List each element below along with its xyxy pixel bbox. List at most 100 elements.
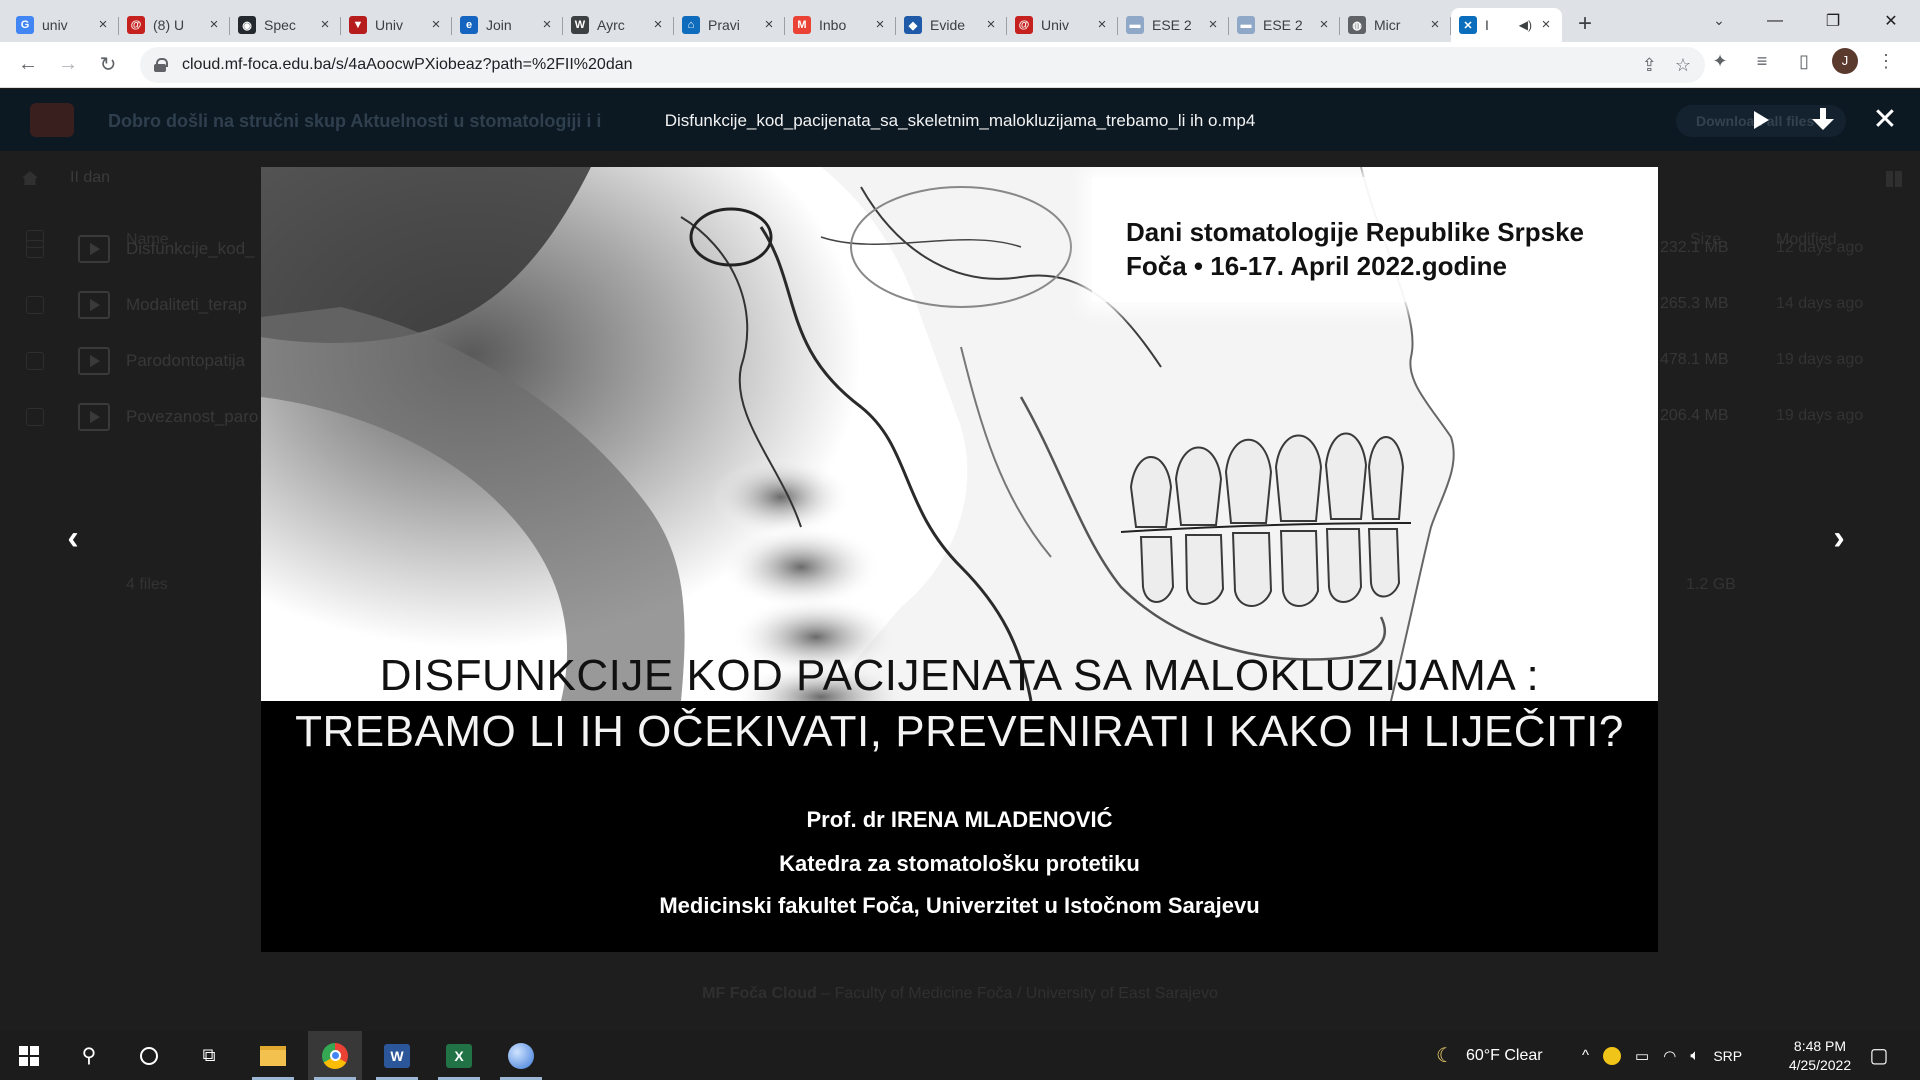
excel-taskbar-icon[interactable]: X <box>432 1031 486 1080</box>
media-control-icon[interactable]: ≡ <box>1748 47 1776 75</box>
profile-avatar[interactable]: J <box>1832 48 1858 74</box>
file-modified: 19 days ago <box>1776 407 1864 424</box>
tab-search-chevron-icon[interactable]: ⌄ <box>1704 5 1734 35</box>
browser-tab[interactable]: M Inbo × <box>785 8 896 42</box>
file-size: 232.1 MB <box>1660 239 1729 256</box>
browser-tab[interactable]: @ Univ × <box>1007 8 1118 42</box>
tab-close-icon[interactable]: × <box>95 17 111 33</box>
back-button[interactable]: ← <box>8 47 48 83</box>
tab-close-icon[interactable]: × <box>539 17 555 33</box>
tab-close-icon[interactable]: × <box>1427 17 1443 33</box>
reload-button[interactable]: ↻ <box>88 47 128 83</box>
video-file-icon <box>78 403 110 431</box>
start-button[interactable] <box>2 1031 56 1080</box>
file-name[interactable]: Povezanost_paro <box>126 407 266 427</box>
tab-close-icon[interactable]: × <box>206 17 222 33</box>
address-bar[interactable]: cloud.mf-foca.edu.ba/s/4aAoocwPXiobeaz?p… <box>140 47 1705 83</box>
network-app-icon[interactable] <box>494 1031 548 1080</box>
tab-close-icon[interactable]: × <box>317 17 333 33</box>
browser-tab[interactable]: ◆ Evide × <box>896 8 1007 42</box>
menu-kebab-icon[interactable]: ⋮ <box>1872 47 1900 75</box>
show-hidden-icons-chevron-icon[interactable]: ^ <box>1582 1047 1589 1064</box>
minimize-button[interactable]: — <box>1746 0 1804 42</box>
lock-icon[interactable] <box>154 58 168 72</box>
wifi-icon[interactable]: ◠ <box>1663 1047 1676 1065</box>
tab-close-icon[interactable]: × <box>1094 17 1110 33</box>
tab-close-icon[interactable]: × <box>872 17 888 33</box>
tab-close-icon[interactable]: × <box>1205 17 1221 33</box>
breadcrumb-folder[interactable]: II dan <box>70 169 110 187</box>
flag-icon: ▬ <box>1126 16 1144 34</box>
tab-close-icon[interactable]: × <box>761 17 777 33</box>
file-checkbox[interactable] <box>26 408 44 426</box>
browser-tab[interactable]: Guniv × <box>8 8 119 42</box>
download-icon[interactable] <box>1806 103 1840 137</box>
file-modified: 14 days ago <box>1776 295 1864 312</box>
task-view-icon[interactable]: ⧉ <box>182 1031 236 1080</box>
language-indicator[interactable]: SRP <box>1713 1048 1742 1064</box>
tab-close-icon[interactable]: × <box>1538 17 1554 33</box>
previous-arrow-icon[interactable]: ‹ <box>56 521 90 555</box>
word-taskbar-icon[interactable]: W <box>370 1031 424 1080</box>
file-checkbox[interactable] <box>26 240 44 258</box>
nextcloud-icon: ✕ <box>1459 16 1477 34</box>
search-icon[interactable]: ⚲ <box>62 1031 116 1080</box>
window-controls: — ❐ ✕ <box>1746 0 1920 42</box>
tab-close-icon[interactable]: × <box>983 17 999 33</box>
edge-icon: e <box>460 16 478 34</box>
tab-close-icon[interactable]: × <box>428 17 444 33</box>
file-name[interactable]: Modaliteti_terap <box>126 295 266 315</box>
notifications-icon[interactable]: ▢ <box>1852 1031 1906 1080</box>
browser-tab[interactable]: ▼ Univ × <box>341 8 452 42</box>
extension-area: ✦ ≡ ▯ J ⋮ <box>1706 47 1900 75</box>
security-status-icon[interactable] <box>1603 1046 1622 1065</box>
weather-widget[interactable]: ☾ 60°F Clear <box>1436 1031 1543 1080</box>
close-viewer-button[interactable]: ✕ <box>1868 103 1902 137</box>
play-icon[interactable] <box>1744 103 1778 137</box>
new-tab-button[interactable]: + <box>1568 8 1602 42</box>
audio-playing-icon[interactable]: ◀) <box>1519 18 1532 32</box>
browser-tab[interactable]: ✕ I ◀) × <box>1451 8 1562 42</box>
grid-view-icon[interactable] <box>1886 171 1902 187</box>
file-name[interactable]: Disfunkcije_kod_ <box>126 239 266 259</box>
maximize-button[interactable]: ❐ <box>1804 0 1862 42</box>
battery-icon[interactable]: ▭ <box>1635 1047 1649 1065</box>
file-explorer-icon[interactable] <box>246 1031 300 1080</box>
volume-icon[interactable]: 🔈︎ <box>1690 1047 1699 1064</box>
tab-title: Univ <box>375 17 404 33</box>
browser-tab[interactable]: W Ayrc × <box>563 8 674 42</box>
close-window-button[interactable]: ✕ <box>1862 0 1920 42</box>
cortana-icon[interactable] <box>122 1031 176 1080</box>
browser-tab[interactable]: @ (8) U × <box>119 8 230 42</box>
github-icon: ◉ <box>238 16 256 34</box>
share-icon[interactable]: ⇪ <box>1642 55 1657 76</box>
browser-tab[interactable]: ⌂ Pravi × <box>674 8 785 42</box>
browser-tab[interactable]: ▬ ESE 2 × <box>1118 8 1229 42</box>
conference-name: Dani stomatologije Republike Srpske <box>1126 217 1584 247</box>
extensions-puzzle-icon[interactable]: ✦ <box>1706 47 1734 75</box>
file-checkbox[interactable] <box>26 296 44 314</box>
browser-tab[interactable]: ◉ Spec × <box>230 8 341 42</box>
tab-close-icon[interactable]: × <box>1316 17 1332 33</box>
bookmark-star-icon[interactable]: ☆ <box>1675 55 1691 76</box>
tab-close-icon[interactable]: × <box>650 17 666 33</box>
home-icon[interactable] <box>22 171 38 185</box>
omnibox-actions: ⇪ ☆ <box>1642 55 1691 76</box>
file-size: 206.4 MB <box>1660 407 1729 424</box>
url-text[interactable]: cloud.mf-foca.edu.ba/s/4aAoocwPXiobeaz?p… <box>182 56 633 74</box>
side-panel-icon[interactable]: ▯ <box>1790 47 1818 75</box>
office-icon: ⌂ <box>682 16 700 34</box>
file-checkbox[interactable] <box>26 352 44 370</box>
chrome-taskbar-icon[interactable] <box>308 1031 362 1080</box>
browser-tab[interactable]: e Join × <box>452 8 563 42</box>
file-name[interactable]: Parodontopatija <box>126 351 266 371</box>
browser-tab[interactable]: ▬ ESE 2 × <box>1229 8 1340 42</box>
forward-button[interactable]: → <box>48 47 88 83</box>
shield-icon: ◆ <box>904 16 922 34</box>
google-icon: G <box>16 16 34 34</box>
footer-brand[interactable]: MF Foča Cloud <box>702 985 817 1002</box>
browser-tab[interactable]: ◍ Micr × <box>1340 8 1451 42</box>
files-summary: 4 files <box>126 576 168 593</box>
next-arrow-icon[interactable]: › <box>1822 521 1856 555</box>
video-player[interactable]: Dani stomatologije Republike Srpske Foča… <box>261 167 1658 952</box>
